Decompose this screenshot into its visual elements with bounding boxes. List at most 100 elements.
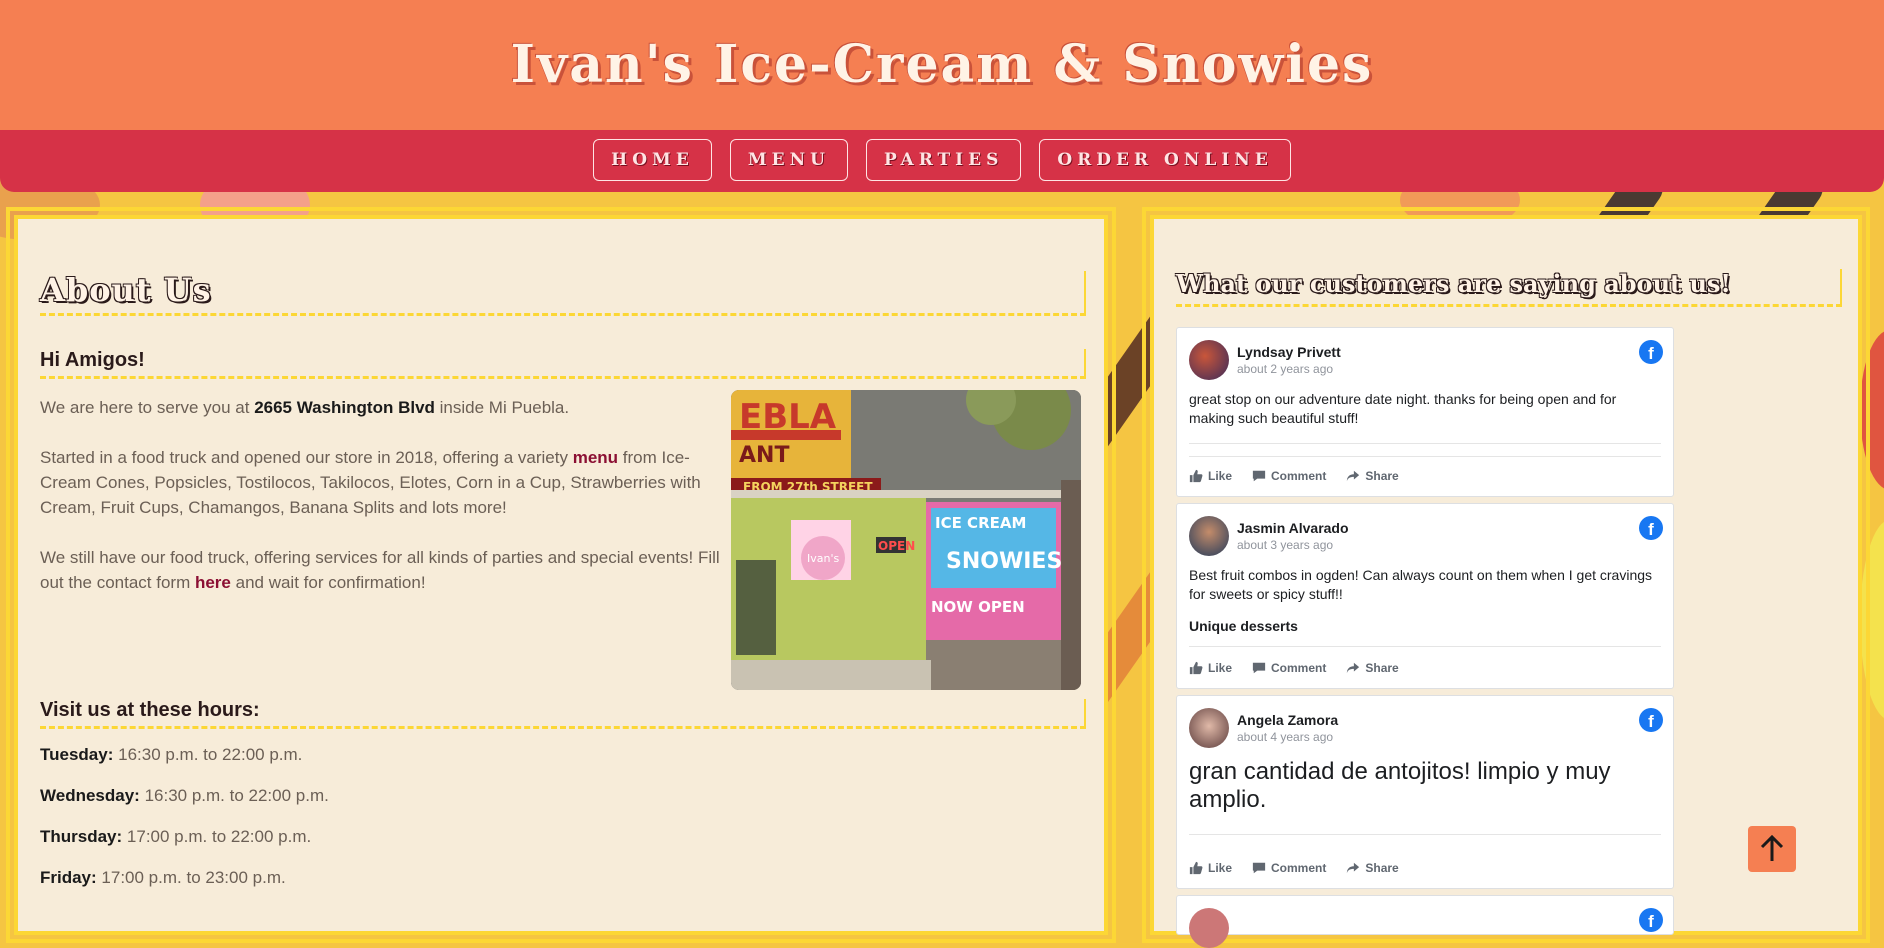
review-divider (1189, 834, 1661, 835)
nav-parties-button[interactable]: PARTIES (865, 139, 1022, 181)
share-button[interactable]: Share (1346, 861, 1399, 875)
avatar (1189, 516, 1229, 556)
facebook-icon[interactable]: f (1639, 516, 1663, 540)
hours-day: Thursday: (40, 827, 123, 846)
contact-form-link[interactable]: here (195, 573, 231, 592)
store-front-illustration: EBLA ANT FROM 27th STREET Ivan's OPEN IC… (731, 390, 1081, 690)
hours-day: Friday: (40, 868, 97, 887)
avatar (1189, 340, 1229, 380)
facebook-icon[interactable]: f (1639, 708, 1663, 732)
review-card: Jasmin Alvarado about 3 years ago f Best… (1176, 503, 1674, 689)
hours-time: 16:30 p.m. to 22:00 p.m. (144, 786, 329, 805)
review-text: Best fruit combos in ogden! Can always c… (1189, 567, 1653, 602)
comment-label: Comment (1271, 661, 1327, 675)
like-label: Like (1208, 469, 1233, 483)
like-label: Like (1208, 861, 1233, 875)
nav-order-online-button[interactable]: ORDER ONLINE (1039, 139, 1291, 181)
greeting-heading: Hi Amigos! (40, 349, 1086, 379)
hours-day: Wednesday: (40, 786, 140, 805)
hours-row: Thursday: 17:00 p.m. to 22:00 p.m. (40, 827, 311, 847)
share-label: Share (1365, 661, 1399, 675)
comment-label: Comment (1271, 861, 1327, 875)
reviewer-name[interactable]: Jasmin Alvarado (1237, 520, 1349, 536)
comment-icon (1252, 662, 1266, 674)
reviewer-name[interactable]: Angela Zamora (1237, 712, 1338, 728)
nav-menu-button[interactable]: MENU (729, 139, 848, 181)
comment-button[interactable]: Comment (1252, 661, 1326, 675)
arrow-up-icon (1760, 834, 1784, 861)
thumbs-up-icon (1189, 661, 1203, 675)
about-p3-text-end: and wait for confirmation! (230, 573, 426, 592)
store-address: 2665 Washington Blvd (254, 398, 435, 417)
hours-row: Friday: 17:00 p.m. to 23:00 p.m. (40, 868, 286, 888)
facebook-icon[interactable]: f (1639, 340, 1663, 364)
comment-button[interactable]: Comment (1252, 469, 1326, 483)
about-paragraph-address: We are here to serve you at 2665 Washing… (40, 395, 740, 420)
hours-day: Tuesday: (40, 745, 114, 764)
site-title: Ivan's Ice-Cream & Snowies (510, 33, 1374, 95)
review-actions: Like Comment Share (1189, 661, 1399, 675)
about-panel: About Us Hi Amigos! We are here to serve… (6, 207, 1116, 943)
review-divider (1189, 646, 1661, 647)
review-time[interactable]: about 2 years ago (1237, 362, 1333, 376)
about-title: About Us (40, 271, 1086, 316)
photo-sign-top: EBLA (739, 397, 837, 437)
hours-time: 17:00 p.m. to 23:00 p.m. (101, 868, 286, 887)
share-button[interactable]: Share (1346, 469, 1399, 483)
review-actions: Like Comment Share (1189, 469, 1399, 483)
hours-row: Tuesday: 16:30 p.m. to 22:00 p.m. (40, 745, 302, 765)
menu-link[interactable]: menu (573, 448, 618, 467)
hours-row: Wednesday: 16:30 p.m. to 22:00 p.m. (40, 786, 329, 806)
about-p2-text: Started in a food truck and opened our s… (40, 448, 573, 467)
like-label: Like (1208, 661, 1233, 675)
comment-button[interactable]: Comment (1252, 861, 1326, 875)
share-icon (1347, 862, 1360, 874)
review-card: Angela Zamora about 4 years ago f gran c… (1176, 695, 1674, 889)
thumbs-up-icon (1189, 469, 1203, 483)
about-p1-text-end: inside Mi Puebla. (434, 398, 570, 417)
comment-icon (1252, 862, 1266, 874)
comment-icon (1252, 470, 1266, 482)
review-card: f (1176, 895, 1674, 948)
hours-time: 17:00 p.m. to 22:00 p.m. (126, 827, 312, 846)
share-icon (1347, 470, 1360, 482)
review-time[interactable]: about 3 years ago (1237, 538, 1333, 552)
reviewer-name[interactable]: Lyndsay Privett (1237, 344, 1341, 360)
site-header: Ivan's Ice-Cream & Snowies (0, 0, 1884, 130)
main-nav: HOME MENU PARTIES ORDER ONLINE (0, 130, 1884, 192)
share-button[interactable]: Share (1346, 661, 1399, 675)
review-time[interactable]: about 4 years ago (1237, 730, 1333, 744)
avatar (1189, 908, 1229, 948)
review-text: great stop on our adventure date night. … (1189, 391, 1617, 426)
share-icon (1347, 662, 1360, 674)
like-button[interactable]: Like (1189, 469, 1232, 483)
hours-heading: Visit us at these hours: (40, 699, 1086, 729)
store-front-photo: EBLA ANT FROM 27th STREET Ivan's OPEN IC… (731, 390, 1081, 690)
review-actions: Like Comment Share (1189, 861, 1399, 875)
photo-sign-now-open: NOW OPEN (931, 598, 1025, 616)
nav-home-button[interactable]: HOME (593, 139, 712, 181)
like-button[interactable]: Like (1189, 861, 1232, 875)
review-recommendation-tag: Unique desserts (1189, 618, 1298, 634)
like-button[interactable]: Like (1189, 661, 1232, 675)
scroll-to-top-button[interactable] (1748, 826, 1796, 872)
share-label: Share (1365, 469, 1399, 483)
photo-sign-icecream: ICE CREAM (935, 514, 1026, 532)
photo-sign-sub: ANT (739, 443, 789, 468)
review-divider (1189, 456, 1661, 457)
share-label: Share (1365, 861, 1399, 875)
review-text: gran cantidad de antojitos! limpio y muy… (1189, 758, 1611, 813)
reviews-title: What our customers are saying about us! (1176, 269, 1842, 307)
hours-time: 16:30 p.m. to 22:00 p.m. (118, 745, 303, 764)
facebook-icon[interactable]: f (1639, 908, 1663, 932)
avatar (1189, 708, 1229, 748)
thumbs-up-icon (1189, 861, 1203, 875)
about-paragraph-parties: We still have our food truck, offering s… (40, 545, 740, 595)
photo-sign-open: OPEN (878, 539, 915, 553)
review-card: Lyndsay Privett about 2 years ago f grea… (1176, 327, 1674, 497)
about-p1-text: We are here to serve you at (40, 398, 255, 417)
about-paragraph-menu: Started in a food truck and opened our s… (40, 445, 740, 520)
photo-sign-logo: Ivan's (807, 552, 839, 565)
photo-sign-snowies: SNOWIES (946, 549, 1062, 574)
comment-label: Comment (1271, 469, 1327, 483)
